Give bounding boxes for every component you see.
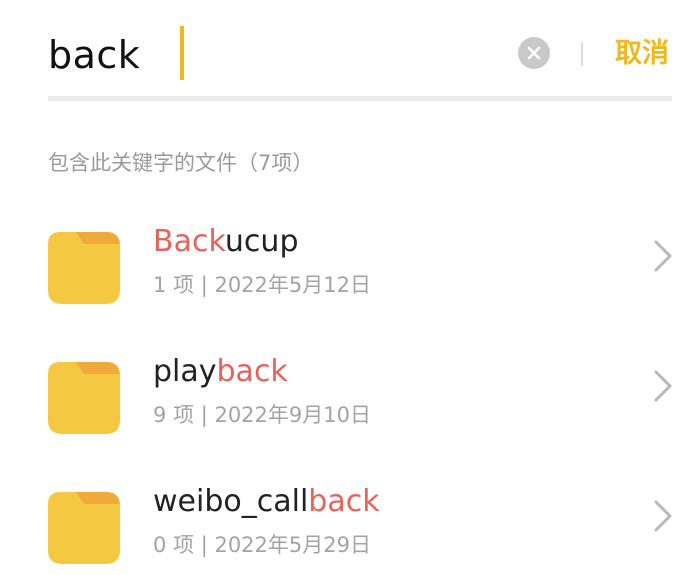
file-name-match: Back bbox=[153, 224, 225, 259]
clear-icon bbox=[527, 46, 541, 60]
file-name-match: back bbox=[216, 354, 288, 389]
search-bar-divider bbox=[581, 42, 583, 66]
file-name-prefix: weibo_call bbox=[153, 484, 309, 519]
chevron-right-icon bbox=[654, 500, 672, 532]
file-meta: 0 项 | 2022年5月29日 bbox=[153, 533, 371, 557]
chevron-right-icon bbox=[654, 240, 672, 272]
file-name: Backucup bbox=[153, 222, 299, 262]
list-item[interactable]: playback 9 项 | 2022年9月10日 bbox=[0, 348, 698, 458]
chevron-right-icon bbox=[654, 370, 672, 402]
file-name-match: back bbox=[308, 484, 380, 519]
search-results-screen: back 取消 包含此关键字的文件（7项） Backucup 1 项 | 202… bbox=[0, 0, 698, 575]
clear-button[interactable] bbox=[518, 37, 550, 69]
file-name-prefix: play bbox=[153, 354, 217, 389]
search-bar: back 取消 bbox=[48, 22, 672, 86]
results-header: 包含此关键字的文件（7项） bbox=[48, 151, 314, 175]
search-input[interactable]: back bbox=[48, 30, 140, 80]
cancel-button[interactable]: 取消 bbox=[615, 36, 669, 72]
text-cursor bbox=[180, 26, 184, 80]
file-name: weibo_callback bbox=[153, 482, 380, 522]
list-item[interactable]: weibo_callback 0 项 | 2022年5月29日 bbox=[0, 478, 698, 575]
file-meta: 1 项 | 2022年5月12日 bbox=[153, 273, 371, 297]
folder-icon bbox=[48, 492, 120, 564]
file-meta: 9 项 | 2022年9月10日 bbox=[153, 403, 371, 427]
search-underline bbox=[48, 96, 672, 101]
file-name-suffix: ucup bbox=[224, 224, 299, 259]
list-item[interactable]: Backucup 1 项 | 2022年5月12日 bbox=[0, 218, 698, 328]
folder-icon bbox=[48, 362, 120, 434]
file-name: playback bbox=[153, 352, 288, 392]
folder-icon bbox=[48, 232, 120, 304]
